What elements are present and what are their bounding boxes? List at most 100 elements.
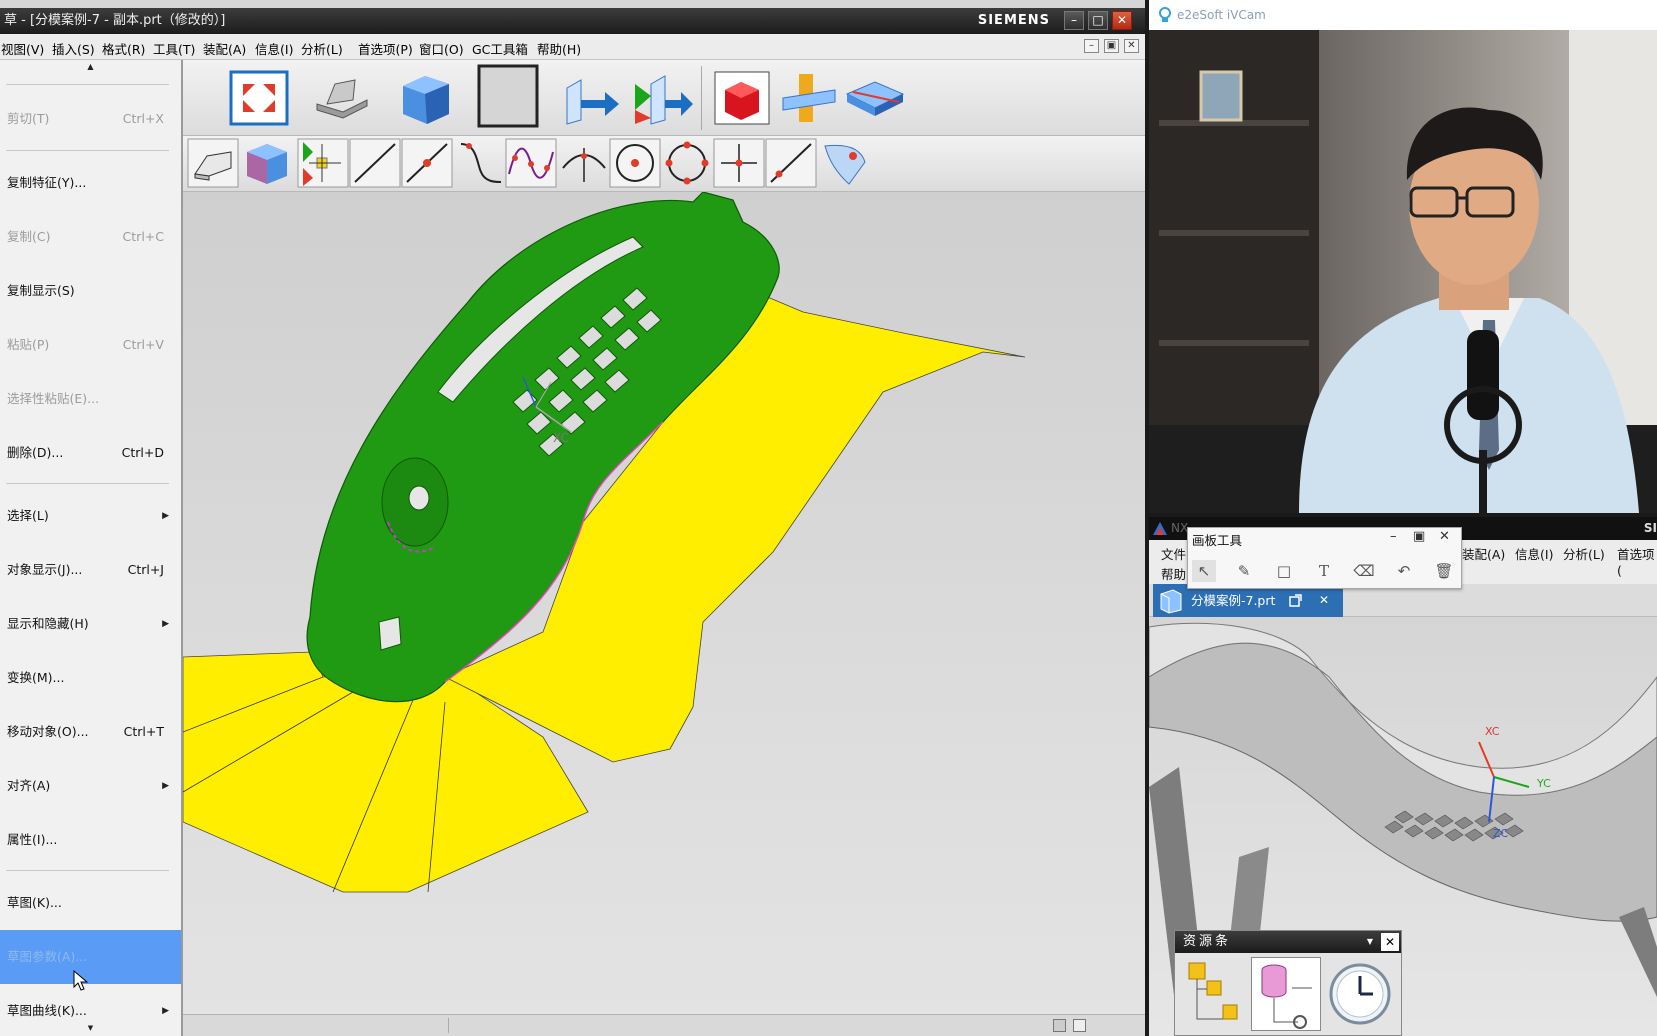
datum-cube-icon[interactable] — [241, 138, 291, 188]
line-point-icon[interactable] — [401, 138, 453, 188]
assembly-navigator-icon[interactable] — [1183, 959, 1245, 1029]
minimize-button[interactable]: – — [1064, 11, 1084, 30]
point-on-line-icon[interactable] — [765, 138, 817, 188]
menu-view[interactable]: 视图(V) — [1, 39, 44, 58]
menu-item-sketch-parameters[interactable]: 草图参数(A)... — [0, 930, 181, 984]
painter-minimize-button[interactable]: – — [1390, 529, 1397, 544]
menu-item-selection[interactable]: 选择(L) ▶ — [0, 489, 181, 543]
siemens-brand: SIEMENS — [977, 13, 1050, 28]
nx-main-window: 草 - [分模案例-7 - 副本.prt（修改的）] SIEMENS – □ ✕… — [0, 0, 1145, 1036]
menu-item-paste-special[interactable]: 选择性粘贴(E)... — [0, 372, 181, 426]
line-icon[interactable] — [349, 138, 401, 188]
pop-out-icon[interactable] — [1289, 594, 1302, 607]
resource-bar-close-button[interactable]: ✕ — [1381, 933, 1399, 951]
extrude-sketch-icon[interactable] — [187, 138, 239, 188]
part-file-icon — [1160, 589, 1182, 614]
model-canvas: XC — [183, 192, 1026, 893]
menu-item-cut[interactable]: 剪切(T) Ctrl+X — [0, 92, 181, 146]
resource-bar-dropdown-icon[interactable]: ▼ — [1367, 931, 1373, 953]
rectangle-tool-icon[interactable]: □ — [1272, 560, 1296, 582]
camera-title: e2eSoft iVCam — [1177, 8, 1266, 22]
menu-item-copy-feature[interactable]: 复制特征(Y)... — [0, 156, 181, 210]
boss-hole — [408, 485, 430, 511]
status-icon-a[interactable] — [1053, 1019, 1066, 1032]
menu-preferences[interactable]: 首选项(P) — [358, 39, 413, 58]
menu-item-copy-display[interactable]: 复制显示(S) — [0, 264, 181, 318]
menu-item-move-object[interactable]: 移动对象(O)... Ctrl+T — [0, 705, 181, 759]
menu-item-paste[interactable]: 粘贴(P) Ctrl+V — [0, 318, 181, 372]
undo-tool-icon[interactable]: ↶ — [1392, 560, 1416, 582]
menu-info[interactable]: 信息(I) — [255, 39, 293, 58]
shaded-cube-icon[interactable] — [395, 70, 455, 126]
pen-tool-icon[interactable]: ✎ — [1232, 560, 1256, 582]
clip-plane-icon[interactable] — [843, 72, 907, 124]
menu-gc-toolbox[interactable]: GC工具箱 — [472, 39, 528, 58]
menu-item-transform[interactable]: 变换(M)... — [0, 651, 181, 705]
camera-feed — [1149, 30, 1657, 513]
menu-bar: 视图(V) 插入(S) 格式(R) 工具(T) 装配(A) 信息(I) 分析(L… — [0, 34, 1145, 60]
menu-item-copy[interactable]: 复制(C) Ctrl+C — [0, 210, 181, 264]
point-set-icon[interactable] — [297, 138, 349, 188]
nx2-yc-label: YC — [1536, 777, 1551, 790]
edit-menu: ▲ 剪切(T) Ctrl+X 复制特征(Y)... 复制(C) Ctrl+C 复制显… — [0, 60, 183, 1036]
circle-three-point-icon[interactable] — [661, 138, 713, 188]
nx2-menu-assembly[interactable]: 装配(A) — [1462, 544, 1505, 563]
menu-item-delete[interactable]: 删除(D)... Ctrl+D — [0, 426, 181, 480]
mirror-body-icon[interactable] — [631, 70, 697, 126]
nx2-brand: SI — [1643, 521, 1657, 535]
circle-center-icon[interactable] — [609, 138, 661, 188]
fit-view-icon[interactable] — [229, 70, 289, 126]
menu-assembly[interactable]: 装配(A) — [203, 39, 246, 58]
history-clock-icon[interactable] — [1327, 961, 1393, 1027]
mdi-minimize-button[interactable]: – — [1084, 39, 1099, 53]
resource-bar-title-text: 资源条 — [1183, 934, 1232, 949]
menu-format[interactable]: 格式(R) — [102, 39, 145, 58]
menu-item-properties[interactable]: 属性(I)... — [0, 813, 181, 867]
part-navigator-button[interactable] — [1251, 957, 1321, 1031]
menu-item-sketch[interactable]: 草图(K)... — [0, 876, 181, 930]
nx2-menu-help[interactable]: 帮助 — [1161, 564, 1186, 583]
painter-close-button[interactable]: ✕ — [1439, 529, 1450, 544]
square-hole — [378, 616, 402, 651]
nx2-menu-analysis[interactable]: 分析(L) — [1563, 544, 1605, 563]
graphics-viewport[interactable]: XC — [183, 192, 1145, 1014]
arc-icon[interactable] — [559, 138, 609, 188]
text-tool-icon[interactable]: T — [1312, 560, 1336, 582]
fillet-curve-icon[interactable] — [455, 138, 505, 188]
status-icon-b[interactable] — [1073, 1019, 1086, 1032]
title-bar: 草 - [分模案例-7 - 副本.prt（修改的）] SIEMENS – □ ✕ — [0, 8, 1145, 34]
menu-scroll-down[interactable]: ▼ — [0, 1022, 181, 1034]
surface-point-icon[interactable] — [819, 138, 869, 188]
menu-analysis[interactable]: 分析(L) — [301, 39, 343, 58]
nx2-menu-preferences[interactable]: 首选项( — [1617, 544, 1657, 578]
submenu-arrow-icon: ▶ — [162, 511, 169, 521]
menu-item-align[interactable]: 对齐(A) ▶ — [0, 759, 181, 813]
menu-item-show-hide[interactable]: 显示和隐藏(H) ▶ — [0, 597, 181, 651]
spline-icon[interactable] — [505, 138, 557, 188]
eraser-tool-icon[interactable]: ⌫ — [1352, 560, 1376, 582]
close-button[interactable]: ✕ — [1112, 11, 1132, 30]
move-body-icon[interactable] — [561, 70, 623, 126]
maximize-button[interactable]: □ — [1088, 11, 1108, 30]
pointer-tool-icon[interactable]: ↖ — [1192, 560, 1216, 582]
trash-tool-icon[interactable]: 🗑 — [1432, 560, 1456, 582]
menu-tools[interactable]: 工具(T) — [153, 39, 195, 58]
mdi-restore-button[interactable]: ▣ — [1104, 39, 1119, 53]
point-icon[interactable] — [713, 138, 765, 188]
painter-maximize-button[interactable]: ▣ — [1413, 529, 1425, 544]
shaded-edges-icon[interactable] — [313, 72, 371, 124]
section-view-icon[interactable] — [777, 68, 841, 128]
mdi-close-button[interactable]: ✕ — [1124, 39, 1139, 53]
menu-window[interactable]: 窗口(O) — [419, 39, 464, 58]
menu-help[interactable]: 帮助(H) — [537, 39, 581, 58]
nx2-menu-file[interactable]: 文件 — [1161, 544, 1186, 563]
menu-scroll-up[interactable]: ▲ — [0, 60, 181, 74]
menu-insert[interactable]: 插入(S) — [52, 39, 95, 58]
camera-title-bar: e2eSoft iVCam — [1149, 0, 1657, 30]
mouse-cursor-icon — [73, 970, 89, 991]
red-box-icon[interactable] — [711, 68, 773, 128]
background-icon[interactable] — [477, 64, 539, 128]
nx2-menu-info[interactable]: 信息(I) — [1515, 544, 1553, 563]
resource-bar-title: 资源条 ▼ ✕ — [1175, 931, 1401, 953]
menu-item-object-display[interactable]: 对象显示(J)... Ctrl+J — [0, 543, 181, 597]
